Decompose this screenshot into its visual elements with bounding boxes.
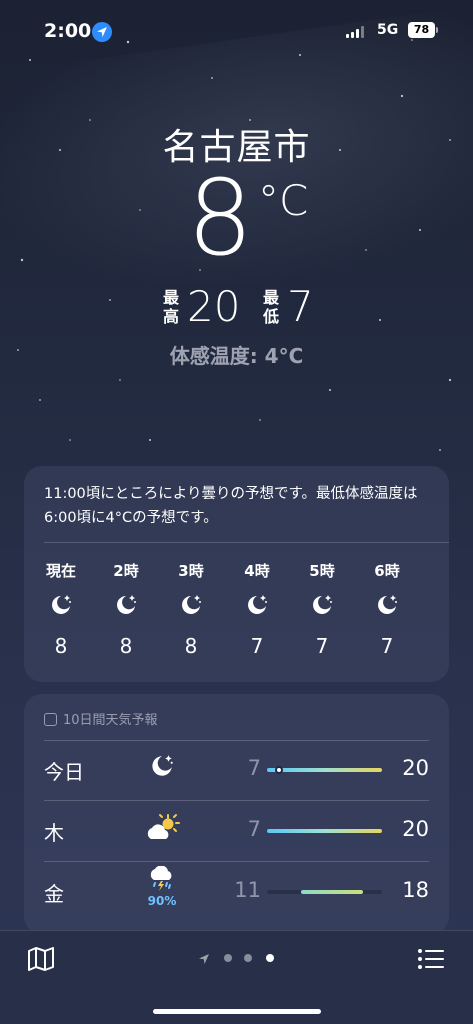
status-time: 2:00 xyxy=(44,20,92,42)
day-row-thursday[interactable]: 木 7 20 xyxy=(44,801,429,861)
partly-cloudy-sun-icon xyxy=(142,813,182,847)
battery-tip xyxy=(436,27,438,33)
hour-item: 5時 7 xyxy=(300,560,344,658)
page-dot xyxy=(244,954,252,962)
status-bar: 2:00 5G 78 xyxy=(0,0,473,56)
feels-like: 体感温度: 4°C xyxy=(169,344,304,368)
low-label: 最低 xyxy=(263,288,280,326)
low-value: 7 xyxy=(287,282,314,331)
location-arrow-icon xyxy=(92,22,112,42)
card-divider xyxy=(44,542,449,543)
temperature-range-bar xyxy=(267,766,382,774)
moon-stars-icon xyxy=(104,592,148,620)
temperature-range-bar xyxy=(267,829,382,833)
location-arrow-icon xyxy=(199,954,209,964)
moon-stars-icon xyxy=(235,592,279,620)
moon-stars-icon xyxy=(169,592,213,620)
map-icon xyxy=(28,947,54,971)
hour-item: 6時 7 xyxy=(365,560,409,658)
high-label: 最高 xyxy=(163,288,180,326)
hour-item: 3時 8 xyxy=(169,560,213,658)
high-value: 20 xyxy=(187,282,241,331)
precipitation-chance: 90% xyxy=(147,894,177,908)
moon-stars-icon xyxy=(39,592,83,620)
bottom-toolbar xyxy=(0,930,473,1024)
thunderstorm-rain-icon: 90% xyxy=(142,865,182,908)
current-temperature: 8 xyxy=(187,157,253,279)
list-icon xyxy=(418,949,444,969)
hour-item: 4時 7 xyxy=(235,560,279,658)
ten-day-forecast-card[interactable]: 10日間天気予報 今日 7 20 木 7 20 金 90% 11 18 xyxy=(24,694,449,934)
map-button[interactable] xyxy=(26,945,56,973)
current-temp-dot xyxy=(275,766,283,774)
moon-stars-icon xyxy=(365,592,409,620)
home-indicator[interactable] xyxy=(153,1009,321,1014)
location-list-button[interactable] xyxy=(416,945,446,973)
day-row-friday[interactable]: 金 90% 11 18 xyxy=(44,862,429,922)
temperature-range-bar xyxy=(267,890,382,894)
day-row-today[interactable]: 今日 7 20 xyxy=(44,740,429,800)
page-indicator[interactable] xyxy=(198,951,288,967)
temperature-unit: °C xyxy=(258,176,309,225)
moon-stars-icon xyxy=(142,752,182,784)
page-dot xyxy=(224,954,232,962)
page-dot-active xyxy=(266,954,274,962)
forecast-summary: 11:00頃にところにより曇りの予想です。最低体感温度は6:00頃に4°Cの予想… xyxy=(44,486,418,526)
battery-icon: 78 xyxy=(408,22,435,38)
cellular-signal-icon xyxy=(346,26,368,38)
moon-stars-icon xyxy=(300,592,344,620)
network-type: 5G xyxy=(377,22,399,38)
calendar-icon xyxy=(44,713,57,726)
ten-day-header: 10日間天気予報 xyxy=(44,709,158,728)
hour-item: 2時 8 xyxy=(104,560,148,658)
hourly-forecast-card[interactable]: 11:00頃にところにより曇りの予想です。最低体感温度は6:00頃に4°Cの予想… xyxy=(24,466,449,682)
hour-item: 現在 8 xyxy=(39,560,83,658)
